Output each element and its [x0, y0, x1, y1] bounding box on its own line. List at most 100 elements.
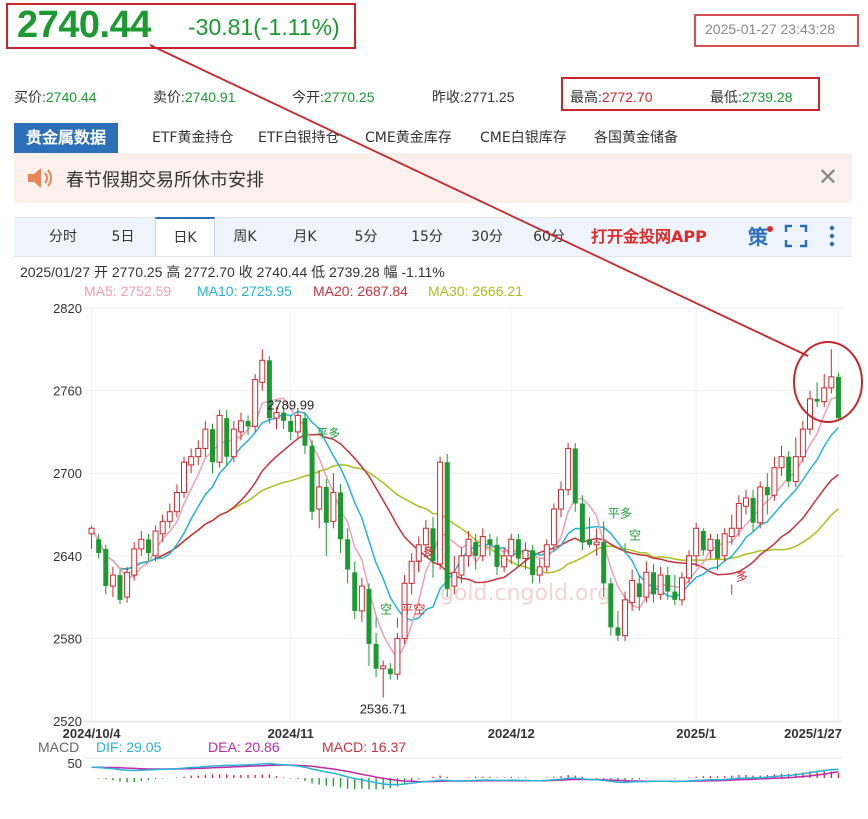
- candle: [138, 531, 145, 556]
- candle: [209, 423, 215, 474]
- dif-line: [91, 762, 839, 786]
- candle: [715, 533, 721, 570]
- tab-30min[interactable]: 30分: [460, 218, 514, 256]
- candle-body: [138, 538, 145, 550]
- tab-5min[interactable]: 5分: [339, 218, 393, 256]
- candle-body: [750, 497, 756, 523]
- candle: [294, 409, 301, 438]
- candle: [352, 561, 358, 620]
- candle: [323, 478, 329, 556]
- candle-body: [565, 447, 572, 491]
- candle-body: [159, 520, 166, 535]
- candle-body: [643, 571, 650, 598]
- candle-body: [771, 467, 778, 496]
- candle: [593, 528, 600, 556]
- candle: [550, 503, 557, 551]
- candle-body: [380, 665, 387, 670]
- candle: [394, 632, 401, 680]
- candle: [117, 569, 123, 604]
- y-tick-label: 2640: [53, 549, 82, 564]
- data-tabs: 贵金属数据 ETF黄金持仓 ETF白银持仓 CME黄金库存 CME白银库存 各国…: [14, 123, 852, 155]
- tab-precious-metals[interactable]: 贵金属数据: [14, 123, 119, 153]
- candle: [131, 542, 138, 581]
- candle-body: [693, 527, 700, 557]
- candle-body: [543, 544, 550, 568]
- tab-cme-gold[interactable]: CME黄金库存: [365, 123, 452, 153]
- tab-etf-gold[interactable]: ETF黄金持仓: [152, 123, 233, 153]
- candle: [643, 561, 650, 603]
- notice-text[interactable]: 春节假期交易所休市安排: [66, 166, 264, 192]
- candle-body: [828, 376, 835, 389]
- fullscreen-icon[interactable]: [784, 224, 808, 248]
- candle-body: [778, 456, 785, 469]
- more-icon[interactable]: [822, 222, 842, 250]
- candle: [195, 440, 202, 465]
- candle-body: [536, 566, 543, 576]
- tab-weekly-k[interactable]: 周K: [218, 218, 272, 256]
- candle-body: [288, 420, 294, 432]
- candle-body: [415, 544, 422, 562]
- ma30-label: MA30: 2666.21: [428, 283, 523, 299]
- candle-body: [458, 555, 465, 576]
- ask-quote: 卖价:2740.91: [153, 89, 236, 105]
- candle: [508, 533, 515, 565]
- candle: [345, 528, 351, 584]
- candle-body: [572, 448, 578, 504]
- candle-body: [807, 398, 813, 430]
- candle-body: [124, 571, 131, 598]
- candle-body: [530, 550, 536, 576]
- candle-body: [345, 539, 351, 570]
- quote-datetime: 2025-01-27 23:43:28: [705, 21, 835, 37]
- tab-intraday[interactable]: 分时: [36, 218, 90, 256]
- x-tick-label: 2025/1: [676, 726, 716, 741]
- close-icon[interactable]: ✕: [818, 163, 838, 191]
- open-app-link[interactable]: 打开金投网APP: [591, 218, 707, 256]
- candle-body: [117, 575, 123, 600]
- signal-label: 空: [629, 528, 641, 542]
- high-quote: 最高:2772.70: [570, 89, 653, 105]
- y-tick-label: 2580: [53, 631, 82, 646]
- tab-gold-reserves[interactable]: 各国黄金储备: [594, 123, 678, 153]
- tab-daily-k[interactable]: 日K: [155, 217, 215, 256]
- candle-body: [330, 491, 337, 522]
- candle-body: [309, 445, 315, 512]
- macd-panel: 50: [68, 756, 842, 790]
- tab-60min[interactable]: 60分: [522, 218, 576, 256]
- period-tabs: 分时 5日 日K 周K 月K 5分 15分 30分 60分 打开金投网APP 策: [14, 217, 852, 257]
- candle: [288, 415, 294, 441]
- candle: [302, 412, 308, 454]
- candle-body: [629, 580, 636, 604]
- candle-body: [715, 539, 721, 559]
- candle-body: [323, 486, 329, 523]
- candle: [259, 349, 266, 391]
- candle-body: [173, 491, 180, 513]
- candle-body: [558, 489, 565, 510]
- candle: [202, 420, 209, 457]
- candle: [373, 632, 379, 677]
- candle-body: [686, 555, 693, 579]
- tab-etf-silver[interactable]: ETF白银持仓: [258, 123, 339, 153]
- candle-body: [103, 548, 109, 587]
- candle-body: [230, 428, 237, 458]
- candle-body: [131, 548, 138, 576]
- tab-cme-silver[interactable]: CME白银库存: [480, 123, 567, 153]
- candle: [515, 533, 521, 567]
- notice-bar: 春节假期交易所休市安排 ✕: [14, 153, 852, 203]
- signal-label: 平多: [608, 506, 632, 520]
- candle-body: [437, 461, 444, 565]
- candle: [252, 374, 259, 432]
- candle: [444, 453, 450, 598]
- extreme-price-label: 2536.71: [360, 702, 407, 717]
- candle-body: [757, 486, 764, 524]
- tab-15min[interactable]: 15分: [400, 218, 454, 256]
- tab-5day[interactable]: 5日: [96, 218, 150, 256]
- tab-monthly-k[interactable]: 月K: [278, 218, 332, 256]
- candle-body: [721, 533, 728, 557]
- candle-body: [465, 538, 472, 557]
- candle: [487, 533, 493, 556]
- open-quote: 今开:2770.25: [292, 89, 375, 105]
- macd-y-tick: 50: [68, 756, 82, 771]
- candle: [757, 481, 764, 529]
- candle: [786, 451, 792, 487]
- strategy-icon[interactable]: 策: [748, 218, 768, 256]
